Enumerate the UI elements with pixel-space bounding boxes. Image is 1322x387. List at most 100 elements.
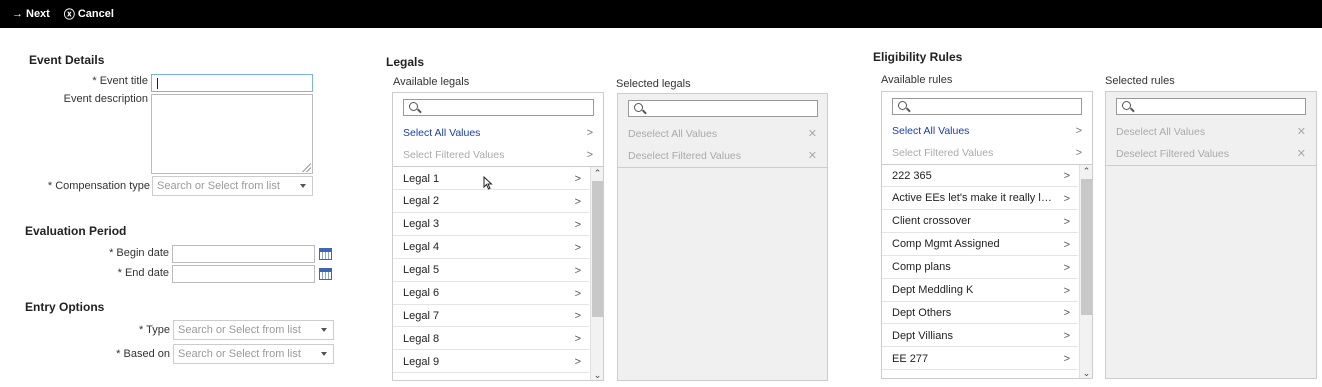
chevron-right-icon: > (1063, 215, 1070, 228)
next-button[interactable]: → Next (12, 8, 50, 20)
chevron-right-icon: > (1075, 147, 1082, 159)
scroll-up-icon[interactable]: ⌃ (1080, 165, 1092, 177)
selected-legals-search-input[interactable] (628, 100, 818, 117)
selected-legals-panel: Deselect All Values ✕ Deselect Filtered … (617, 93, 828, 381)
list-item[interactable]: Comp plans > (882, 257, 1078, 279)
chevron-right-icon: > (1075, 125, 1082, 137)
caret-down-icon (300, 184, 306, 188)
event-title-input[interactable] (151, 74, 313, 92)
deselect-all-values-button[interactable]: Deselect All Values ✕ (1106, 121, 1316, 143)
chevron-right-icon: > (574, 310, 581, 323)
list-item[interactable]: Dept Meddling K > (882, 280, 1078, 302)
list-item[interactable]: Legal 4 > (393, 237, 589, 259)
legals-heading: Legals (386, 55, 425, 69)
resize-handle-icon[interactable] (302, 163, 311, 172)
chevron-right-icon: > (1063, 192, 1070, 205)
event-description-label: Event description (63, 93, 148, 105)
chevron-right-icon: > (574, 195, 581, 208)
begin-date-input[interactable] (172, 245, 315, 263)
list-item-label: Client crossover (892, 215, 971, 228)
chevron-right-icon: > (574, 218, 581, 231)
list-item[interactable]: Legal 8 > (393, 328, 589, 351)
calendar-icon[interactable] (319, 268, 332, 280)
scroll-thumb[interactable] (592, 181, 603, 317)
cancel-button[interactable]: ⓧ Cancel (64, 6, 114, 22)
available-rules-search-input[interactable] (892, 98, 1082, 115)
list-item[interactable]: Legal 3 > (393, 214, 589, 236)
begin-date-label: * Begin date (109, 247, 169, 259)
list-item[interactable]: EE 277 > (882, 348, 1078, 371)
deselect-all-values-button[interactable]: Deselect All Values ✕ (618, 123, 827, 145)
chevron-right-icon: > (586, 149, 593, 161)
divider (1106, 165, 1316, 166)
list-item-label: Legal 5 (403, 264, 440, 277)
list-item-label: Comp plans (892, 261, 951, 274)
compensation-type-select[interactable]: Search or Select from list (152, 176, 313, 196)
list-item[interactable]: Comp Mgmt Assigned > (882, 234, 1078, 256)
scroll-down-icon[interactable]: ⌄ (591, 369, 603, 380)
scroll-up-icon[interactable]: ⌃ (591, 167, 603, 179)
chevron-right-icon: > (574, 333, 581, 346)
list-item[interactable]: Dept Villians > (882, 325, 1078, 348)
circle-x-icon: ⓧ (63, 9, 75, 21)
list-item-label: Active EEs let's make it really long... (892, 192, 1052, 205)
list-item[interactable]: Legal 7 > (393, 305, 589, 328)
next-button-label: Next (26, 8, 50, 20)
available-rules-label: Available rules (881, 74, 953, 86)
chevron-right-icon: > (1063, 238, 1070, 251)
list-item[interactable]: Dept Others > (882, 302, 1078, 325)
chevron-right-icon: > (1063, 307, 1070, 320)
cancel-button-label: Cancel (77, 8, 114, 20)
chevron-right-icon: > (1063, 261, 1070, 274)
based-on-select[interactable]: Search or Select from list (173, 344, 334, 364)
close-icon: ✕ (807, 128, 817, 140)
deselect-filtered-values-button[interactable]: Deselect Filtered Values ✕ (1106, 143, 1316, 165)
arrow-right-icon: → (12, 8, 23, 20)
select-all-values-button[interactable]: Select All Values > (393, 122, 603, 144)
list-item[interactable]: Active EEs let's make it really long... > (882, 188, 1078, 210)
select-all-values-button[interactable]: Select All Values > (882, 120, 1092, 142)
select-filtered-values-button[interactable]: Select Filtered Values > (393, 144, 603, 166)
search-icon (1122, 101, 1131, 110)
scroll-thumb[interactable] (1081, 179, 1092, 315)
event-title-label: * Event title (92, 75, 148, 87)
available-legals-search-input[interactable] (403, 99, 594, 116)
list-item[interactable]: Client crossover > (882, 211, 1078, 233)
deselect-filtered-values-button[interactable]: Deselect Filtered Values ✕ (618, 145, 827, 167)
list-item-label: Legal 3 (403, 218, 440, 231)
list-item-label: Dept Villians (892, 329, 953, 342)
list-item[interactable]: Legal 2 > (393, 191, 589, 213)
list-item[interactable]: Legal 6 > (393, 283, 589, 305)
caret-down-icon (321, 352, 327, 356)
chevron-right-icon: > (1063, 170, 1070, 182)
list-item-label: EE 277 (892, 352, 929, 365)
list-item[interactable]: Legal 5 > (393, 260, 589, 282)
end-date-label: * End date (117, 267, 169, 279)
based-on-placeholder: Search or Select from list (178, 348, 301, 360)
search-icon (898, 101, 907, 110)
compensation-type-placeholder: Search or Select from list (157, 180, 280, 192)
event-description-textarea[interactable] (151, 94, 313, 174)
close-icon: ✕ (1296, 148, 1306, 160)
close-icon: ✕ (807, 150, 817, 162)
select-filtered-values-button[interactable]: Select Filtered Values > (882, 142, 1092, 164)
calendar-icon[interactable] (319, 248, 332, 260)
select-all-values-label: Select All Values (892, 125, 970, 137)
type-label: * Type (139, 324, 170, 336)
list-item[interactable]: Legal 9 > (393, 351, 589, 374)
eligibility-rules-heading: Eligibility Rules (873, 50, 963, 64)
available-rules-scrollbar[interactable]: ⌃ ⌄ (1079, 165, 1092, 378)
based-on-label: * Based on (116, 348, 170, 360)
scroll-down-icon[interactable]: ⌄ (1080, 367, 1092, 378)
list-item-label: 222 365 (892, 169, 932, 182)
selected-rules-label: Selected rules (1105, 75, 1175, 87)
available-legals-scrollbar[interactable]: ⌃ ⌄ (590, 167, 603, 380)
select-all-values-label: Select All Values (403, 127, 481, 139)
divider (618, 167, 827, 168)
caret-down-icon (321, 328, 327, 332)
end-date-input[interactable] (172, 265, 315, 283)
list-item[interactable]: 222 365 > (882, 165, 1078, 187)
type-select[interactable]: Search or Select from list (173, 320, 334, 340)
list-item-label: Dept Meddling K (892, 284, 974, 296)
selected-rules-search-input[interactable] (1116, 98, 1306, 115)
